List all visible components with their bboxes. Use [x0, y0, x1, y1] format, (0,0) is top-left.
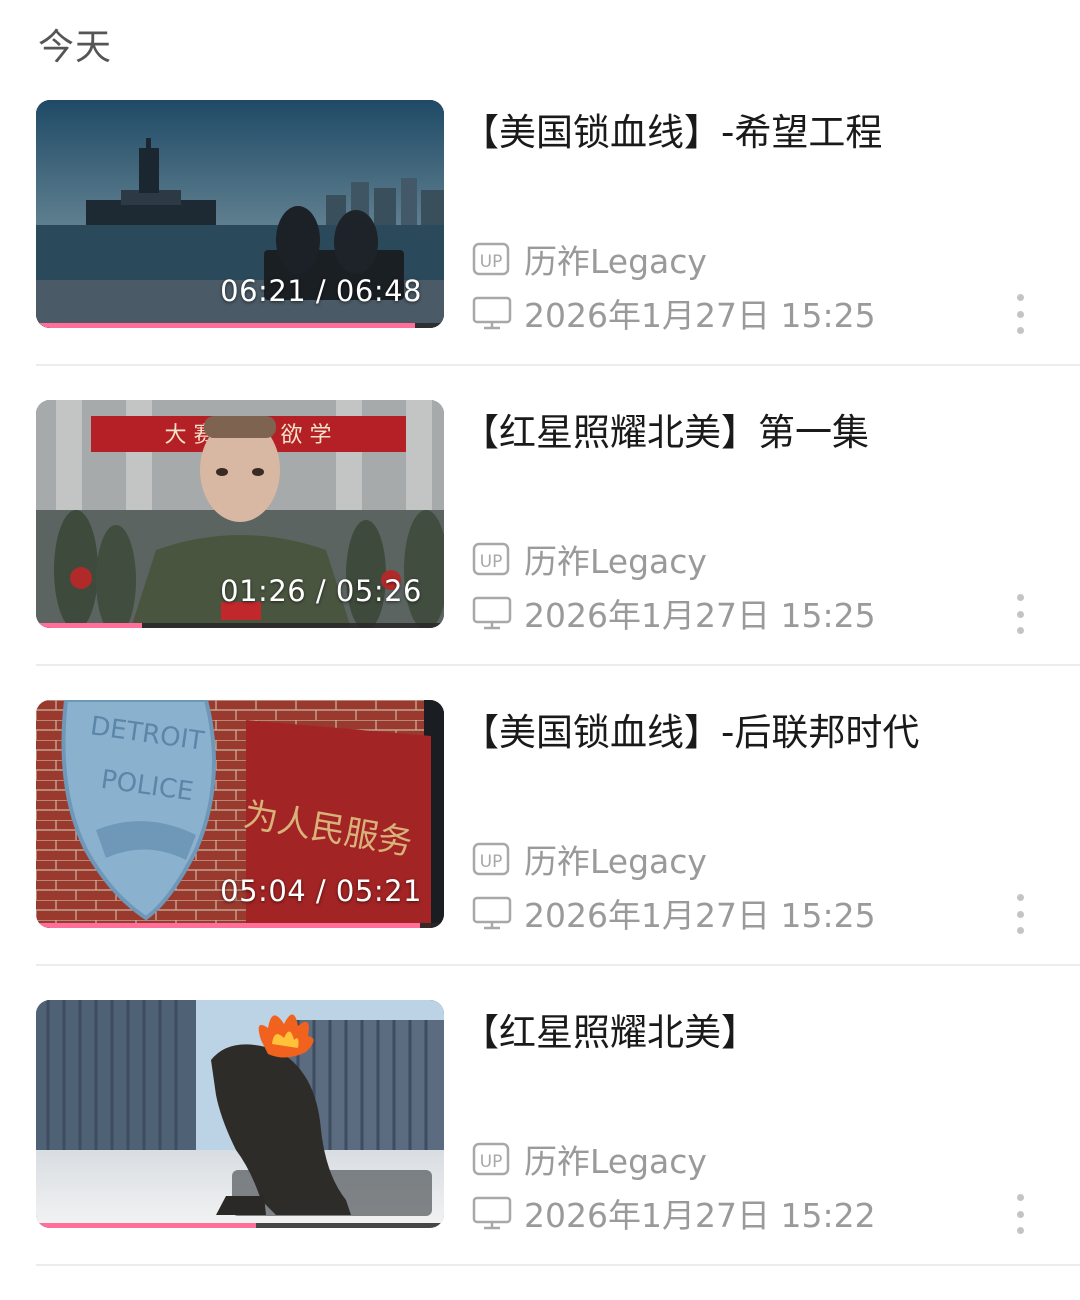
monitor-icon: [472, 295, 512, 331]
more-vertical-icon[interactable]: [1006, 894, 1034, 934]
duration-label: 06:21 / 06:48: [220, 274, 422, 308]
watch-progress-bar: [36, 923, 444, 928]
author-row[interactable]: UP 历祚Legacy: [472, 538, 707, 581]
more-vertical-icon[interactable]: [1006, 594, 1034, 634]
up-badge-icon: UP: [472, 1141, 512, 1177]
author-name: 历祚Legacy: [524, 242, 707, 281]
more-vertical-icon[interactable]: [1006, 1194, 1034, 1234]
svg-text:UP: UP: [480, 852, 503, 872]
history-item[interactable]: 大 赛 … 进 欲 学 01:26 / 05:26 【红星照耀北美】第一集 UP…: [36, 400, 1080, 700]
video-thumbnail[interactable]: 大 赛 … 进 欲 学 01:26 / 05:26: [36, 400, 444, 628]
up-badge-icon: UP: [472, 541, 512, 577]
divider: [36, 1264, 1080, 1266]
watch-progress-bar: [36, 623, 444, 628]
author-name: 历祚Legacy: [524, 842, 707, 881]
watch-time-row: 2026年1月27日 15:25: [472, 892, 876, 935]
svg-text:UP: UP: [480, 1152, 503, 1172]
watch-progress-fill: [36, 1223, 257, 1228]
watch-progress-bar: [36, 323, 444, 328]
watch-time-row: 2026年1月27日 15:25: [472, 292, 876, 335]
video-title[interactable]: 【红星照耀北美】第一集: [462, 402, 1062, 456]
divider: [36, 664, 1080, 666]
svg-text:UP: UP: [480, 252, 503, 272]
watch-time-row: 2026年1月27日 15:22: [472, 1192, 876, 1235]
author-name: 历祚Legacy: [524, 542, 707, 581]
video-thumbnail[interactable]: [36, 1000, 444, 1228]
watch-time: 2026年1月27日 15:25: [524, 596, 876, 635]
watch-time: 2026年1月27日 15:25: [524, 896, 876, 935]
more-vertical-icon[interactable]: [1006, 294, 1034, 334]
monitor-icon: [472, 595, 512, 631]
author-name: 历祚Legacy: [524, 1142, 707, 1181]
video-thumbnail[interactable]: 06:21 / 06:48: [36, 100, 444, 328]
video-title[interactable]: 【美国锁血线】-希望工程: [462, 102, 1062, 156]
monitor-icon: [472, 1195, 512, 1231]
duration-label: 05:04 / 05:21: [220, 874, 422, 908]
svg-text:UP: UP: [480, 552, 503, 572]
author-row[interactable]: UP 历祚Legacy: [472, 238, 707, 281]
divider: [36, 964, 1080, 966]
monitor-icon: [472, 895, 512, 931]
section-title-today: 今天: [38, 27, 113, 68]
history-item[interactable]: 为人民服务 DETROIT POLICE 05:04 / 05:21 【美国锁血…: [36, 700, 1080, 1000]
up-badge-icon: UP: [472, 841, 512, 877]
watch-progress-fill: [36, 323, 416, 328]
thumbnail-image-kneeling-figure: [36, 1000, 444, 1228]
watch-time: 2026年1月27日 15:22: [524, 1196, 876, 1235]
duration-label: 01:26 / 05:26: [220, 574, 422, 608]
video-thumbnail[interactable]: 为人民服务 DETROIT POLICE 05:04 / 05:21: [36, 700, 444, 928]
divider: [36, 364, 1080, 366]
video-title[interactable]: 【红星照耀北美】: [462, 1002, 1062, 1056]
author-row[interactable]: UP 历祚Legacy: [472, 838, 707, 881]
video-title[interactable]: 【美国锁血线】-后联邦时代: [462, 702, 1062, 756]
watch-progress-fill: [36, 623, 143, 628]
watch-time-row: 2026年1月27日 15:25: [472, 592, 876, 635]
up-badge-icon: UP: [472, 241, 512, 277]
watch-progress-bar: [36, 1223, 444, 1228]
watch-time: 2026年1月27日 15:25: [524, 296, 876, 335]
history-item[interactable]: 06:21 / 06:48 【美国锁血线】-希望工程 UP 历祚Legacy 2…: [36, 100, 1080, 400]
watch-progress-fill: [36, 923, 420, 928]
author-row[interactable]: UP 历祚Legacy: [472, 1138, 707, 1181]
history-item[interactable]: 【红星照耀北美】 UP 历祚Legacy 2026年1月27日 15:22: [36, 1000, 1080, 1300]
